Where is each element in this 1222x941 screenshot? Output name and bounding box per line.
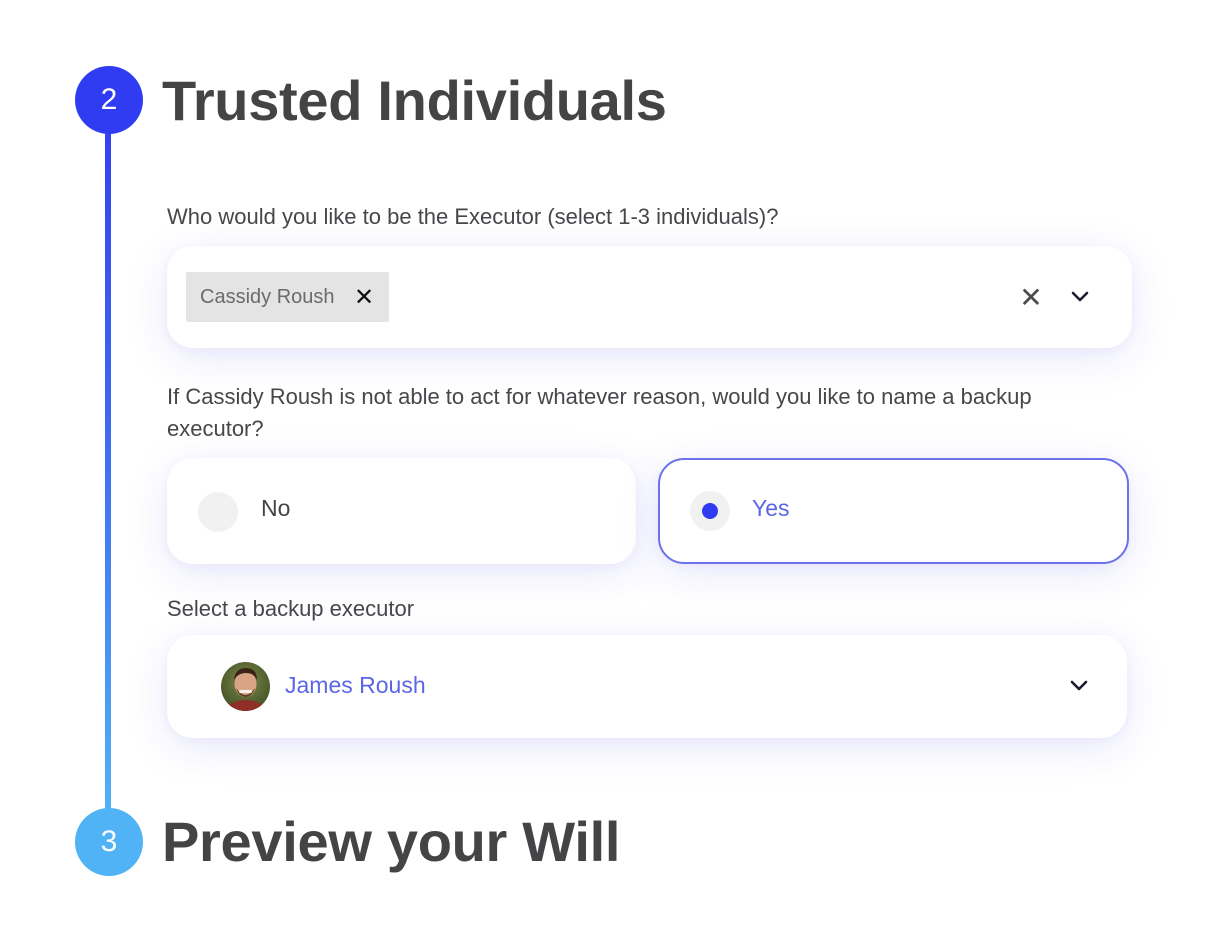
radio-label: Yes bbox=[752, 495, 790, 521]
section-title: Trusted Individuals bbox=[162, 69, 667, 132]
step-number-badge: 3 bbox=[75, 808, 143, 876]
backup-executor-label: Select a backup executor bbox=[167, 596, 415, 621]
chevron-down-icon[interactable] bbox=[1068, 675, 1090, 697]
chevron-down-icon[interactable] bbox=[1069, 286, 1091, 308]
close-icon[interactable]: ✕ bbox=[1017, 282, 1045, 313]
step-progress-rail bbox=[105, 120, 111, 830]
backup-question-label: If Cassidy Roush is not able to act for … bbox=[167, 384, 1032, 441]
selected-executor-chip: Cassidy Roush ✕ bbox=[186, 272, 389, 322]
radio-button[interactable] bbox=[198, 492, 238, 532]
radio-option-no[interactable]: No bbox=[167, 458, 636, 564]
step-number: 2 bbox=[100, 83, 118, 116]
step-number-badge: 2 bbox=[75, 66, 143, 134]
radio-option-yes[interactable]: Yes bbox=[658, 458, 1129, 564]
radio-button[interactable] bbox=[690, 491, 730, 531]
executor-multiselect[interactable]: Cassidy Roush ✕ ✕ bbox=[167, 246, 1132, 348]
backup-executor-name: James Roush bbox=[285, 672, 426, 698]
chip-label: Cassidy Roush bbox=[200, 285, 335, 308]
avatar-photo bbox=[221, 662, 270, 711]
close-icon[interactable]: ✕ bbox=[353, 284, 375, 311]
section-title: Preview your Will bbox=[162, 810, 621, 873]
avatar bbox=[221, 662, 270, 711]
step-number: 3 bbox=[100, 825, 118, 858]
radio-selected-dot bbox=[702, 503, 718, 519]
radio-label: No bbox=[261, 495, 291, 521]
executor-question-label: Who would you like to be the Executor (s… bbox=[167, 204, 779, 229]
backup-executor-select[interactable]: James Roush bbox=[167, 635, 1127, 738]
